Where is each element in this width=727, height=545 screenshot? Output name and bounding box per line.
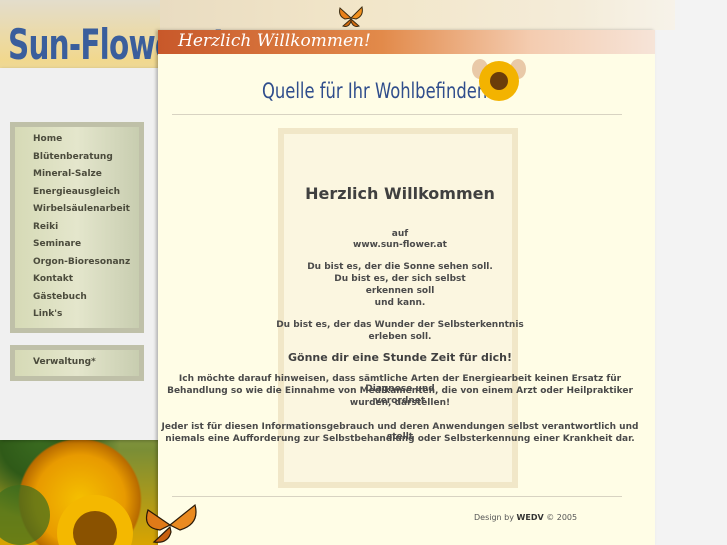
main-menu-list: Home Blütenberatung Mineral-Salze Energi… (15, 127, 139, 328)
main-menu: Home Blütenberatung Mineral-Salze Energi… (10, 122, 144, 333)
disclaimer-line: wurden, darstellen! (349, 398, 451, 408)
footer-brand-link[interactable]: WEDV (517, 513, 544, 522)
verse-line: Du bist es, der das Wunder der Selbsterk… (276, 320, 524, 330)
footer-credit: Design by WEDV © 2005 (474, 513, 577, 522)
admin-menu: Verwaltung* (10, 345, 144, 381)
menu-item-gaestebuch[interactable]: Gästebuch (15, 289, 139, 307)
menu-item-seminare[interactable]: Seminare (15, 236, 139, 254)
main-content: Herzlich Willkommen! Quelle für Ihr Wohl… (158, 30, 655, 545)
text-auf: auf (391, 229, 409, 239)
verse-line: und kann. (374, 298, 426, 308)
admin-menu-list: Verwaltung* (15, 350, 139, 376)
menu-item-wirbelsaeulenarbeit[interactable]: Wirbelsäulenarbeit (15, 201, 139, 219)
welcome-banner: Herzlich Willkommen! (158, 30, 655, 54)
verse-line: erkennen soll (365, 286, 435, 296)
menu-item-energieausgleich[interactable]: Energieausgleich (15, 184, 139, 202)
background-top (160, 0, 680, 30)
banner-title: Herzlich Willkommen! (178, 31, 371, 51)
disclaimer-line: niemals eine Aufforderung zur Selbstbeha… (165, 434, 635, 444)
verse-line: Du bist es, der die Sonne sehen soll. (307, 262, 493, 272)
footer-prefix: Design by (474, 513, 514, 522)
right-gutter (675, 0, 727, 545)
menu-item-links[interactable]: Link's (15, 306, 139, 324)
butterfly-bottom-icon (145, 503, 197, 543)
menu-item-reiki[interactable]: Reiki (15, 219, 139, 237)
divider-top (172, 114, 622, 115)
divider-bottom (172, 496, 622, 497)
footer-copyright: © 2005 (546, 513, 578, 522)
menu-item-kontakt[interactable]: Kontakt (15, 271, 139, 289)
menu-item-orgon-bioresonanz[interactable]: Orgon-Bioresonanz (15, 254, 139, 272)
menu-item-verwaltung[interactable]: Verwaltung* (15, 354, 139, 372)
site-url: www.sun-flower.at (353, 240, 447, 250)
verse-line: erleben soll. (368, 332, 432, 342)
sunflower-hands-icon (472, 59, 526, 101)
menu-item-bluetenberatung[interactable]: Blütenberatung (15, 149, 139, 167)
menu-item-home[interactable]: Home (15, 131, 139, 149)
subheading: Gönne dir eine Stunde Zeit für dich! (288, 351, 512, 364)
butterfly-icon (339, 6, 363, 27)
menu-item-mineral-salze[interactable]: Mineral-Salze (15, 166, 139, 184)
tagline: Quelle für Ihr Wohlbefinden (262, 79, 488, 103)
verse-line: Du bist es, der sich selbst (334, 274, 466, 284)
sidebar: Home Blütenberatung Mineral-Salze Energi… (0, 68, 160, 440)
sunflower-bottom-image (0, 485, 133, 545)
page-heading: Herzlich Willkommen (305, 184, 495, 203)
